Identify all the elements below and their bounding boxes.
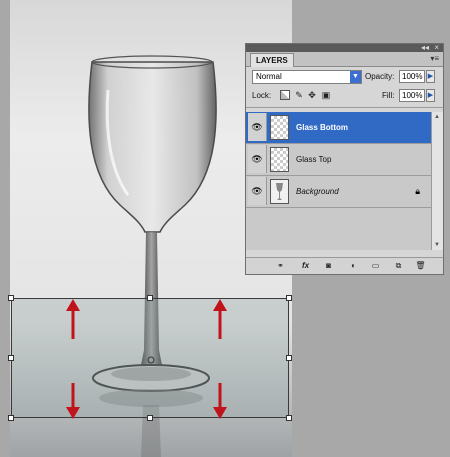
layer-list-scrollbar[interactable]: ▲ ▼ bbox=[431, 112, 443, 250]
lock-label: Lock: bbox=[252, 91, 272, 100]
layer-list: 👁 Glass Bottom 👁 Glass Top 👁 Background … bbox=[246, 112, 432, 250]
layer-thumbnail bbox=[270, 147, 289, 172]
opacity-label: Opacity: bbox=[365, 72, 395, 81]
layer-mask-icon[interactable]: ◙ bbox=[322, 260, 335, 272]
layer-row-background[interactable]: 👁 Background 🔒︎ bbox=[246, 176, 432, 208]
transform-bounding-box[interactable] bbox=[8, 295, 292, 421]
scroll-up-icon[interactable]: ▲ bbox=[432, 112, 442, 122]
new-layer-icon[interactable]: ⧉ bbox=[392, 260, 405, 272]
handle-top-left[interactable] bbox=[8, 295, 14, 301]
layer-thumbnail bbox=[270, 179, 289, 204]
arrow-down-left-icon bbox=[66, 383, 80, 419]
eye-visibility-icon[interactable]: 👁 bbox=[248, 145, 267, 173]
lock-row: Lock: ✎ ✥ ▣ Fill: 100% ▶ bbox=[246, 87, 443, 108]
glass-thumbnail-icon bbox=[276, 183, 283, 200]
layer-row-glass-top[interactable]: 👁 Glass Top bbox=[246, 144, 432, 176]
blend-mode-select[interactable]: Normal ▼ bbox=[252, 70, 362, 84]
blend-row: Normal ▼ Opacity: 100% ▶ bbox=[246, 67, 443, 87]
opacity-input[interactable]: 100% bbox=[399, 70, 425, 83]
panel-menu-icon[interactable]: ▾≡ bbox=[430, 54, 439, 63]
panel-bottom-bar: ⚭ fx ◙ ◐ ▭ ⧉ 🗑︎ bbox=[246, 257, 443, 274]
lock-icon: 🔒︎ bbox=[415, 186, 420, 196]
handle-bottom-middle[interactable] bbox=[147, 415, 153, 421]
layer-name: Glass Top bbox=[296, 155, 332, 164]
layers-panel: ◂◂ × LAYERS ▾≡ Normal ▼ Opacity: 100% ▶ … bbox=[245, 43, 444, 275]
center-point-icon[interactable] bbox=[147, 356, 155, 364]
layer-row-glass-bottom[interactable]: 👁 Glass Bottom bbox=[246, 112, 432, 144]
layer-name: Background bbox=[296, 187, 339, 196]
link-layers-icon[interactable]: ⚭ bbox=[274, 260, 287, 272]
fill-arrow-icon[interactable]: ▶ bbox=[426, 89, 435, 102]
chevron-down-icon[interactable]: ▼ bbox=[350, 71, 361, 83]
fill-input[interactable]: 100% bbox=[399, 89, 425, 102]
panel-titlebar[interactable]: ◂◂ × bbox=[246, 43, 443, 52]
handle-middle-left[interactable] bbox=[8, 355, 14, 361]
layer-thumbnail bbox=[270, 115, 289, 140]
handle-bottom-left[interactable] bbox=[8, 415, 14, 421]
arrow-down-right-icon bbox=[213, 383, 227, 419]
new-group-icon[interactable]: ▭ bbox=[369, 260, 382, 272]
eye-visibility-icon[interactable]: 👁 bbox=[248, 177, 267, 205]
handle-top-right[interactable] bbox=[286, 295, 292, 301]
fill-label: Fill: bbox=[382, 91, 395, 100]
lock-move-icon[interactable]: ✥ bbox=[307, 90, 317, 100]
handle-bottom-right[interactable] bbox=[286, 415, 292, 421]
blend-mode-value: Normal bbox=[256, 72, 282, 81]
arrow-up-right-icon bbox=[213, 299, 227, 339]
lock-all-icon[interactable]: ▣ bbox=[321, 90, 331, 100]
handle-top-middle[interactable] bbox=[147, 295, 153, 301]
panel-tabbar: LAYERS ▾≡ bbox=[246, 52, 443, 67]
opacity-arrow-icon[interactable]: ▶ bbox=[426, 70, 435, 83]
scroll-down-icon[interactable]: ▼ bbox=[432, 240, 442, 250]
layer-style-fx-icon[interactable]: fx bbox=[299, 260, 312, 272]
lock-transparent-icon[interactable] bbox=[280, 90, 290, 100]
arrow-up-left-icon bbox=[66, 299, 80, 339]
adjustment-layer-icon[interactable]: ◐ bbox=[347, 260, 360, 272]
lock-brush-icon[interactable]: ✎ bbox=[294, 90, 304, 100]
tab-layers[interactable]: LAYERS bbox=[250, 53, 294, 67]
trash-icon[interactable]: 🗑︎ bbox=[414, 260, 427, 272]
layer-name: Glass Bottom bbox=[296, 123, 349, 132]
handle-middle-right[interactable] bbox=[286, 355, 292, 361]
eye-visibility-icon[interactable]: 👁 bbox=[248, 113, 267, 141]
